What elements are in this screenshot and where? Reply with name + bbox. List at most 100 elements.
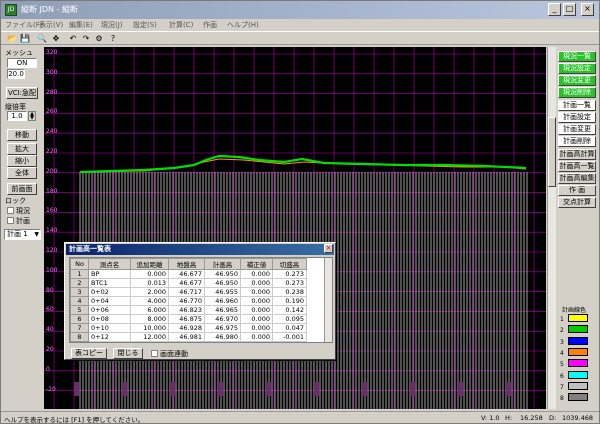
table-cell[interactable]: 0.000 <box>240 305 273 315</box>
current-delete-button[interactable]: 現況削除 <box>558 87 596 98</box>
table-cell[interactable]: 0.142 <box>272 305 307 315</box>
table-cell[interactable]: 46.770 <box>168 296 205 306</box>
grid-column-header[interactable]: No <box>70 258 89 270</box>
table-row[interactable]: 2 BTC1 0.013 46.677 46.950 0.000 0.273 <box>70 278 307 288</box>
maximize-button[interactable]: □ <box>563 3 576 16</box>
menu-current[interactable]: 現況(J) <box>101 20 123 30</box>
table-row[interactable]: 7 0+10 10.000 46.928 46.975 0.000 0.047 <box>70 323 307 333</box>
table-cell[interactable]: 46.950 <box>204 269 241 279</box>
grid-column-header[interactable]: 計画高 <box>204 258 241 270</box>
scrollbar-thumb[interactable] <box>548 117 556 187</box>
redo-icon[interactable]: ↷ <box>80 33 92 44</box>
table-cell[interactable]: 0.238 <box>272 287 307 297</box>
menu-view[interactable]: 表示(V) <box>39 20 63 30</box>
table-cell[interactable]: 6 <box>70 314 89 324</box>
table-cell[interactable]: 0.000 <box>130 269 169 279</box>
table-cell[interactable]: 5 <box>70 305 89 315</box>
table-cell[interactable]: 46.980 <box>204 332 241 342</box>
legend-item[interactable]: 4 <box>560 347 588 357</box>
current-list-button[interactable]: 現況一覧 <box>558 51 596 62</box>
legend-item[interactable]: 5 <box>560 359 588 368</box>
table-cell[interactable]: 0+06 <box>88 305 131 315</box>
table-cell[interactable]: 0+10 <box>88 323 131 333</box>
legend-item[interactable]: 7 <box>560 381 588 391</box>
minimize-button[interactable]: _ <box>548 3 561 16</box>
menu-help[interactable]: ヘルプ(H) <box>227 20 259 30</box>
plan-height-list-button[interactable]: 計画高一覧 <box>558 161 596 172</box>
zoom-in-button[interactable]: 拡大 <box>7 143 37 155</box>
table-cell[interactable]: 12.000 <box>130 332 169 342</box>
table-cell[interactable]: 0.273 <box>272 269 307 279</box>
table-row[interactable]: 6 0+08 8.000 46.875 46.970 0.000 0.095 <box>70 314 307 324</box>
table-row[interactable]: 4 0+04 4.000 46.770 46.960 0.000 0.190 <box>70 296 307 306</box>
table-row[interactable]: 1 BP 0.000 46.677 46.950 0.000 0.273 <box>70 269 307 279</box>
table-cell[interactable]: 6.000 <box>130 305 169 315</box>
vertical-scrollbar[interactable] <box>547 47 556 409</box>
table-row[interactable]: 3 0+02 2.000 46.717 46.955 0.000 0.238 <box>70 287 307 297</box>
grid-column-header[interactable]: 補正値 <box>240 258 273 270</box>
table-cell[interactable]: 0+12 <box>88 332 131 342</box>
legend-item[interactable]: 2 <box>560 325 588 334</box>
lock-current-checkbox[interactable]: 現況 <box>7 206 30 216</box>
table-cell[interactable]: 46.928 <box>168 323 205 333</box>
table-cell[interactable]: 8.000 <box>130 314 169 324</box>
table-cell[interactable]: 0.047 <box>272 323 307 333</box>
folder-icon[interactable]: 📂 <box>6 33 18 44</box>
table-cell[interactable]: 10.000 <box>130 323 169 333</box>
plan-list-button[interactable]: 計画一覧 <box>558 100 596 111</box>
table-cell[interactable]: BP <box>88 269 131 279</box>
table-cell[interactable]: 46.677 <box>168 278 205 288</box>
zoom-out-button[interactable]: 縮小 <box>7 155 37 167</box>
pan-icon[interactable]: ✥ <box>50 33 62 44</box>
table-cell[interactable]: 46.965 <box>204 305 241 315</box>
table-cell[interactable]: 8 <box>70 332 89 342</box>
fit-button[interactable]: 全体 <box>7 167 37 179</box>
table-cell[interactable]: 0.000 <box>240 314 273 324</box>
plan-height-edit-button[interactable]: 計画高編集 <box>558 173 596 184</box>
scale-input[interactable]: 1.0 <box>7 111 27 121</box>
table-row[interactable]: 5 0+06 6.000 46.823 46.965 0.000 0.142 <box>70 305 307 315</box>
grid-column-header[interactable]: 地盤高 <box>168 258 205 270</box>
settings-icon[interactable]: ⚙ <box>93 33 105 44</box>
scale-spinner-icon[interactable]: ▲ ▼ <box>28 111 36 121</box>
copy-table-button[interactable]: 表コピー <box>71 348 107 359</box>
plan-delete-button[interactable]: 計画削除 <box>558 136 596 147</box>
grid-column-header[interactable]: 測点名 <box>88 258 131 270</box>
table-cell[interactable]: 0+04 <box>88 296 131 306</box>
table-cell[interactable]: 0.013 <box>130 278 169 288</box>
table-cell[interactable]: 46.960 <box>204 296 241 306</box>
help-icon[interactable]: ? <box>107 33 119 44</box>
table-cell[interactable]: 0.000 <box>240 269 273 279</box>
table-cell[interactable]: -0.001 <box>272 332 307 342</box>
table-cell[interactable]: 4.000 <box>130 296 169 306</box>
lock-plan-checkbox[interactable]: 計画 <box>7 216 30 226</box>
table-cell[interactable]: 46.950 <box>204 278 241 288</box>
plan-select[interactable]: 計画 1 ▼ <box>4 229 41 240</box>
plan-height-calc-button[interactable]: 計画高計算 <box>558 149 596 160</box>
plan-change-button[interactable]: 計画変更 <box>558 124 596 135</box>
screen-sync-checkbox[interactable]: 画面連動 <box>151 349 188 359</box>
menu-edit[interactable]: 編集(E) <box>69 20 93 30</box>
move-button[interactable]: 移動 <box>7 129 37 141</box>
table-cell[interactable]: 46.875 <box>168 314 205 324</box>
table-cell[interactable]: 0.000 <box>240 332 273 342</box>
table-cell[interactable]: 0.190 <box>272 296 307 306</box>
mesh-value-input[interactable]: 20.0 <box>7 69 25 79</box>
undo-icon[interactable]: ↶ <box>67 33 79 44</box>
table-cell[interactable]: 2 <box>70 278 89 288</box>
grid-column-header[interactable]: 追加距離 <box>130 258 169 270</box>
plan-height-grid[interactable]: No 測点名 追加距離 地盤高 計画高 補正値 切盛高 1 BP 0.000 46.677 46.9… <box>69 257 333 343</box>
save-icon[interactable]: 💾 <box>19 33 31 44</box>
table-row[interactable]: 8 0+12 12.000 46.981 46.980 0.000 -0.001 <box>70 332 307 342</box>
table-cell[interactable]: 2.000 <box>130 287 169 297</box>
draw-button[interactable]: 作 画 <box>558 185 596 196</box>
grid-scrollbar[interactable] <box>324 258 332 342</box>
table-cell[interactable]: 46.970 <box>204 314 241 324</box>
table-cell[interactable]: 3 <box>70 287 89 297</box>
table-cell[interactable]: 0+08 <box>88 314 131 324</box>
current-settings-button[interactable]: 現況設定 <box>558 63 596 74</box>
table-cell[interactable]: 1 <box>70 269 89 279</box>
zoom-icon[interactable]: 🔍 <box>36 33 48 44</box>
table-cell[interactable]: 0.000 <box>240 278 273 288</box>
table-cell[interactable]: 46.717 <box>168 287 205 297</box>
